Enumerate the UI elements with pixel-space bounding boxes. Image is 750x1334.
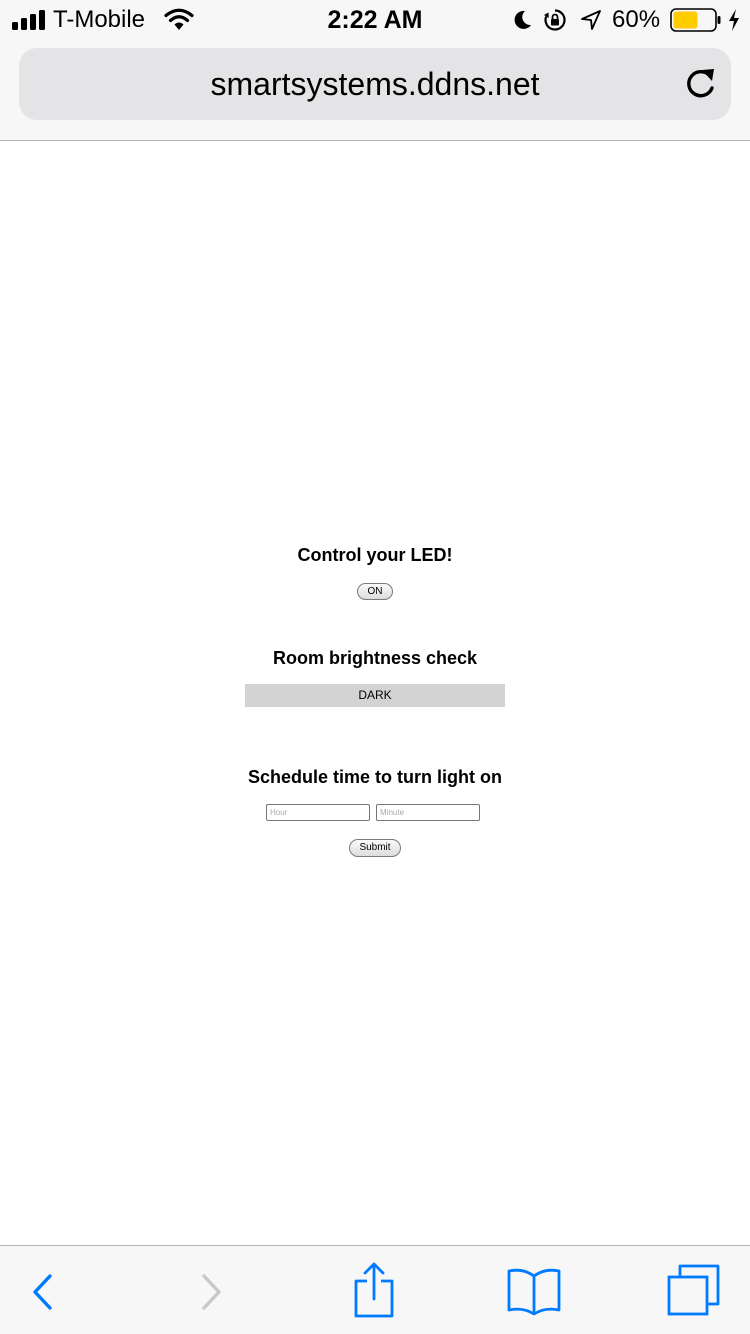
moon-icon — [514, 10, 531, 29]
web-page-content: Control your LED! ON Room brightness che… — [0, 141, 750, 1245]
location-arrow-icon — [581, 10, 601, 30]
browser-toolbar — [0, 1245, 750, 1334]
forward-icon[interactable] — [196, 1272, 226, 1312]
charging-bolt-icon — [729, 9, 739, 31]
battery-icon — [670, 8, 721, 32]
rotation-lock-icon — [544, 9, 566, 31]
hour-input[interactable] — [266, 804, 370, 821]
share-icon[interactable] — [352, 1262, 396, 1318]
schedule-heading: Schedule time to turn light on — [248, 767, 502, 787]
brightness-heading: Room brightness check — [272, 648, 478, 668]
url-text[interactable]: smartsystems.ddns.net — [19, 48, 731, 120]
status-bar: T-Mobile 2:22 AM 60% — [0, 0, 750, 40]
led-on-button[interactable]: ON — [357, 583, 393, 600]
minute-input[interactable] — [376, 804, 480, 821]
battery-percent: 60% — [612, 6, 661, 33]
reload-icon[interactable] — [680, 64, 720, 104]
tabs-icon[interactable] — [666, 1264, 720, 1316]
submit-button[interactable]: Submit — [349, 839, 401, 857]
address-bar[interactable]: smartsystems.ddns.net — [19, 48, 731, 120]
led-heading: Control your LED! — [297, 545, 453, 565]
browser-header: T-Mobile 2:22 AM 60% smartsystems.ddns.n… — [0, 0, 750, 141]
bookmarks-icon[interactable] — [506, 1268, 562, 1316]
back-icon[interactable] — [28, 1272, 58, 1312]
brightness-status: DARK — [245, 684, 505, 707]
